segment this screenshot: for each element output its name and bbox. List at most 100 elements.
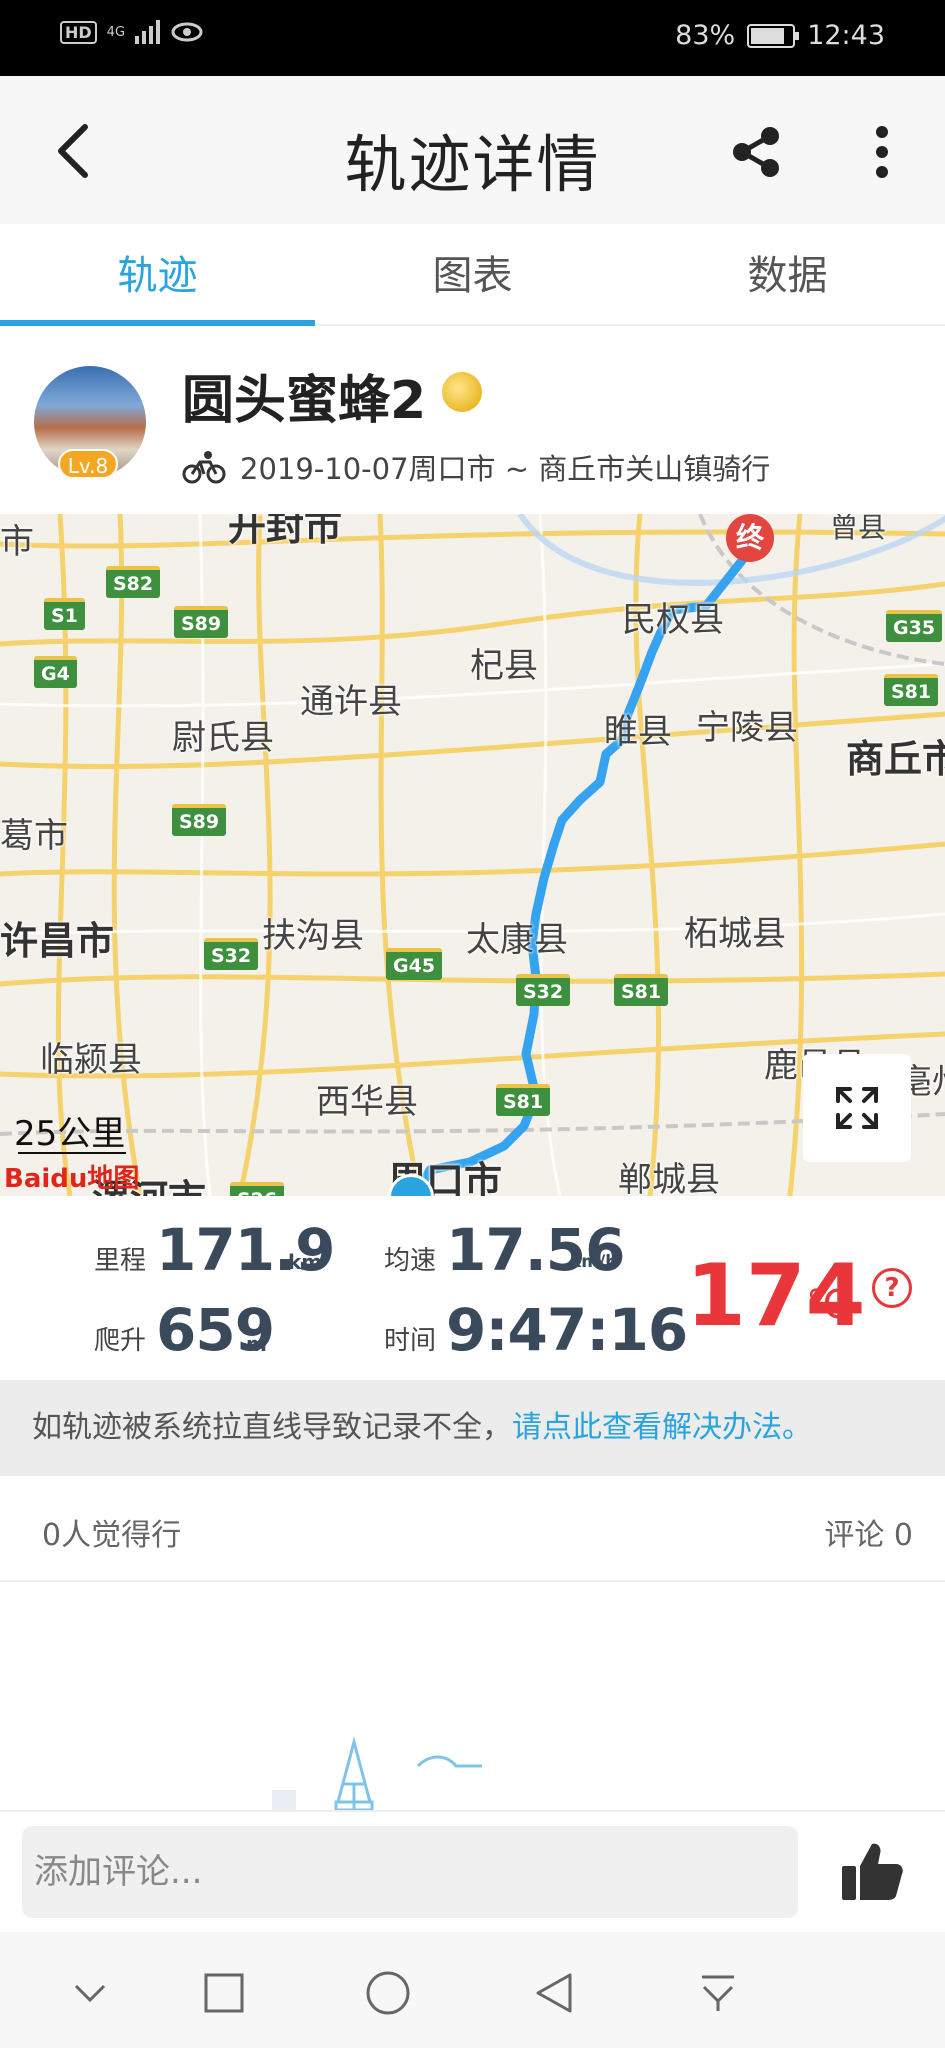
triangle-back-icon [536, 1973, 572, 2013]
username[interactable]: 圆头蜜蜂2 [182, 358, 426, 433]
track-notice: 如轨迹被系统拉直线导致记录不全，请点此查看解决办法。 [0, 1380, 945, 1476]
road-shield: G45 [386, 948, 443, 980]
map-label: 民权县 [622, 600, 724, 640]
nav-collapse-button[interactable] [62, 1968, 118, 2018]
map-label: 曾县 [830, 514, 887, 544]
bicycle-icon [182, 451, 226, 484]
ride-info: 2019-10-07周口市 ~ 商丘市关山镇骑行 [182, 446, 770, 488]
baidu-logo: Baidu地图 [4, 1164, 140, 1194]
tab-bar: 轨迹 图表 数据 [0, 224, 945, 326]
download-icon [702, 1975, 734, 2011]
circle-icon [366, 1971, 410, 2015]
distance-unit: km [288, 1250, 323, 1274]
nav-back-button[interactable] [526, 1968, 582, 2018]
square-icon [204, 1973, 244, 2013]
notice-link[interactable]: 请点此查看解决办法。 [512, 1410, 812, 1445]
more-button[interactable] [856, 116, 908, 188]
map-label: 太康县 [466, 920, 568, 960]
nav-notification-button[interactable] [690, 1968, 746, 2018]
status-bar: HD 4G 83% 12:43 [0, 0, 945, 76]
avg-speed-label: 均速 [384, 1246, 437, 1276]
ride-title: 2019-10-07周口市 ~ 商丘市关山镇骑行 [240, 452, 771, 486]
share-icon [733, 127, 779, 177]
more-vertical-icon [876, 126, 888, 178]
app-header: 轨迹详情 [0, 76, 945, 224]
road-shield: S81 [884, 674, 939, 706]
system-nav-bar [0, 1932, 945, 2048]
social-row: 0人觉得行 评论 0 [0, 1476, 945, 1582]
scale-bar [18, 1152, 126, 1154]
scale-label: 25公里 [14, 1114, 126, 1154]
notice-text: 如轨迹被系统拉直线导致记录不全， [32, 1410, 512, 1445]
eye-icon [171, 22, 203, 42]
map-label: 许昌市 [0, 919, 115, 963]
map-label: 睢县 [604, 712, 672, 752]
battery-percent: 83% [675, 20, 736, 51]
expand-map-button[interactable] [803, 1054, 911, 1162]
map-label: 市 [0, 522, 34, 562]
nav-home-button[interactable] [360, 1968, 416, 2018]
climb-unit: m [246, 1332, 267, 1356]
map-label: 郸城县 [618, 1160, 720, 1196]
avg-speed-value: 17.56 [446, 1216, 625, 1284]
ride-profile: Lv.8 圆头蜜蜂2 2019-10-07周口市 ~ 商丘市关山镇骑行 [0, 328, 945, 514]
avg-speed-unit: km/h [570, 1252, 618, 1272]
page-title: 轨迹详情 [344, 128, 601, 201]
thumbs-up-icon [842, 1843, 903, 1900]
map-label: 临颍县 [40, 1040, 142, 1080]
chevron-down-icon [74, 1984, 106, 2003]
map-label: 开封市 [228, 514, 343, 549]
road-shield: S89 [174, 606, 229, 638]
temperature-unit: ℃ [806, 1282, 851, 1328]
road-shield: G4 [34, 656, 77, 688]
network-type: 4G [106, 24, 126, 40]
comment-input[interactable] [22, 1826, 798, 1918]
comment-bar [0, 1810, 945, 1932]
gold-medal-icon [442, 372, 482, 412]
road-shield: S89 [172, 804, 227, 836]
like-button[interactable] [836, 1836, 908, 1908]
map-label: 杞县 [470, 646, 538, 686]
distance-label: 里程 [94, 1246, 147, 1276]
map-label: 商丘市 [846, 737, 945, 781]
status-right: 83% 12:43 [675, 20, 885, 51]
road-shield: S1 [44, 598, 85, 630]
status-left: HD 4G [60, 20, 204, 44]
battery-icon [747, 23, 800, 48]
map-label: 西华县 [316, 1082, 418, 1122]
road-shield: S32 [204, 938, 259, 970]
map-label: 扶沟县 [262, 916, 364, 956]
likes-count[interactable]: 0人觉得行 [42, 1510, 181, 1554]
clock: 12:43 [807, 20, 885, 51]
map-label: 柘城县 [684, 914, 786, 954]
signal-icon [135, 20, 161, 44]
empty-illustration [0, 1584, 945, 1812]
level-badge: Lv.8 [58, 449, 118, 479]
road-shield: S26 [230, 1182, 285, 1196]
tab-data[interactable]: 数据 [630, 224, 945, 324]
road-shield: S81 [496, 1084, 551, 1116]
expand-icon [836, 1087, 878, 1129]
time-value: 9:47:16 [446, 1296, 688, 1364]
help-button[interactable]: ? [872, 1268, 912, 1308]
comments-count[interactable]: 评论 0 [824, 1510, 913, 1554]
tab-chart[interactable]: 图表 [315, 224, 630, 324]
nav-recents-button[interactable] [196, 1968, 252, 2018]
city-illustration-icon [272, 1736, 482, 1812]
hd-icon: HD [60, 20, 97, 44]
road-shield: S82 [106, 566, 161, 598]
track-map[interactable]: 市 开封市 曾县 民权县 杞县 通许县 尉氏县 睢县 宁陵县 商丘市 葛市 许昌… [0, 514, 945, 1196]
map-label: 宁陵县 [696, 708, 798, 748]
road-shield: S32 [516, 974, 571, 1006]
time-label: 时间 [384, 1326, 437, 1356]
share-button[interactable] [720, 116, 792, 188]
map-label: 通许县 [300, 682, 402, 722]
road-shield: G35 [886, 610, 943, 642]
ride-stats: 里程 171.9 km 均速 17.56 km/h 爬升 659 m 时间 9:… [0, 1196, 945, 1380]
end-marker: 终 [726, 514, 774, 562]
climb-label: 爬升 [94, 1326, 147, 1356]
road-shield: S81 [614, 974, 669, 1006]
tab-track[interactable]: 轨迹 [0, 224, 315, 326]
map-label: 葛市 [0, 816, 68, 856]
map-label: 尉氏县 [172, 718, 274, 758]
